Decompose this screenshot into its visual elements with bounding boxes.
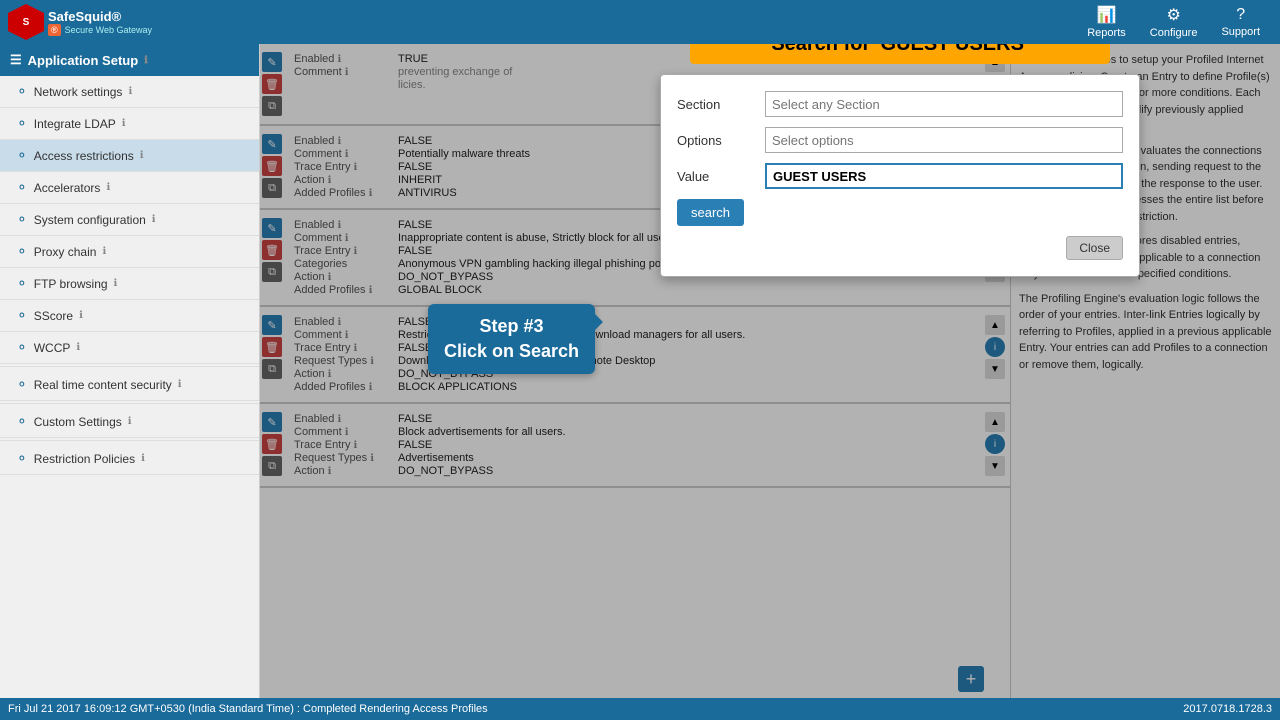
info-icon: ℹ xyxy=(79,310,83,321)
app-setup-icon: ☰ xyxy=(10,52,22,68)
value-label: Value xyxy=(677,169,757,184)
configure-button[interactable]: ⚙ Configure xyxy=(1138,1,1210,43)
info-icon: ℹ xyxy=(76,342,80,353)
bullet-icon: ⚬ xyxy=(16,376,28,393)
support-icon: ? xyxy=(1236,6,1245,24)
callout-step: Step #3 xyxy=(444,314,579,339)
bullet-icon: ⚬ xyxy=(16,115,28,132)
sidebar-label: Restriction Policies xyxy=(34,452,135,466)
sidebar-app-setup: ☰ Application Setup ℹ xyxy=(0,44,259,76)
modal-title: Search for 'GUEST USERS' xyxy=(690,44,1110,64)
bullet-icon: ⚬ xyxy=(16,307,28,324)
sidebar-divider xyxy=(0,403,259,404)
reports-button[interactable]: 📊 Reports xyxy=(1075,1,1138,43)
bullet-icon: ⚬ xyxy=(16,450,28,467)
modal-row-section: Section xyxy=(677,91,1123,117)
modal-actions: search xyxy=(677,199,1123,226)
modal-row-options: Options xyxy=(677,127,1123,153)
sidebar-label: Access restrictions xyxy=(34,149,134,163)
sidebar-label: WCCP xyxy=(34,341,71,355)
logo-shield-icon: S xyxy=(8,4,44,40)
sidebar-divider xyxy=(0,440,259,441)
search-button[interactable]: search xyxy=(677,199,744,226)
app-setup-label: Application Setup xyxy=(28,53,139,68)
sidebar-item-proxy-chain[interactable]: ⚬ Proxy chain ℹ xyxy=(0,236,259,268)
sidebar-item-realtime[interactable]: ⚬ Real time content security ℹ xyxy=(0,369,259,401)
bullet-icon: ⚬ xyxy=(16,243,28,260)
value-input[interactable] xyxy=(765,163,1123,189)
section-input[interactable] xyxy=(765,91,1123,117)
bullet-icon: ⚬ xyxy=(16,211,28,228)
sidebar-item-wccp[interactable]: ⚬ WCCP ℹ xyxy=(0,332,259,364)
sidebar-item-accelerators[interactable]: ⚬ Accelerators ℹ xyxy=(0,172,259,204)
bullet-icon: ⚬ xyxy=(16,83,28,100)
content-area: ✎ 🗑 ⧉ Enabled ℹ TRUE Comment ℹ preventin… xyxy=(260,44,1280,698)
bullet-icon: ⚬ xyxy=(16,339,28,356)
sidebar-item-access-restrictions[interactable]: ⚬ Access restrictions ℹ xyxy=(0,140,259,172)
support-button[interactable]: ? Support xyxy=(1209,1,1272,43)
app-setup-info-icon: ℹ xyxy=(144,55,148,66)
sidebar-item-system-configuration[interactable]: ⚬ System configuration ℹ xyxy=(0,204,259,236)
header: S SafeSquid® ® Secure Web Gateway 📊 Repo… xyxy=(0,0,1280,44)
sidebar-item-restriction-policies[interactable]: ⚬ Restriction Policies ℹ xyxy=(0,443,259,475)
info-icon: ℹ xyxy=(178,379,182,390)
version-number: 2017.0718.1728.3 xyxy=(1183,703,1272,715)
sidebar-item-integrate-ldap[interactable]: ⚬ Integrate LDAP ℹ xyxy=(0,108,259,140)
section-label: Section xyxy=(677,97,757,112)
sidebar-label: Accelerators xyxy=(34,181,101,195)
sidebar-label: Custom Settings xyxy=(34,415,122,429)
info-icon: ℹ xyxy=(128,416,132,427)
sidebar-label: Network settings xyxy=(34,85,123,99)
sidebar-label: System configuration xyxy=(34,213,146,227)
info-icon: ℹ xyxy=(106,182,110,193)
reports-label: Reports xyxy=(1087,27,1126,39)
sidebar-label: Integrate LDAP xyxy=(34,117,116,131)
status-message: Fri Jul 21 2017 16:09:12 GMT+0530 (India… xyxy=(8,703,488,715)
logo-area: S SafeSquid® ® Secure Web Gateway xyxy=(8,4,152,40)
configure-label: Configure xyxy=(1150,27,1198,39)
sidebar-item-ftp-browsing[interactable]: ⚬ FTP browsing ℹ xyxy=(0,268,259,300)
modal-footer: Close xyxy=(677,236,1123,260)
info-icon: ℹ xyxy=(128,86,132,97)
logo-badge: ® xyxy=(48,24,61,36)
options-label: Options xyxy=(677,133,757,148)
bullet-icon: ⚬ xyxy=(16,413,28,430)
sidebar-label: SScore xyxy=(34,309,73,323)
support-label: Support xyxy=(1221,26,1260,38)
modal-form: Section Options Value search xyxy=(677,91,1123,260)
modal-overlay: Step #3 Click on Search Search for 'GUES… xyxy=(260,44,1280,698)
info-icon: ℹ xyxy=(122,118,126,129)
logo-name: SafeSquid® xyxy=(48,9,121,24)
modal-row-value: Value xyxy=(677,163,1123,189)
sidebar-item-network-settings[interactable]: ⚬ Network settings ℹ xyxy=(0,76,259,108)
sidebar-item-sscore[interactable]: ⚬ SScore ℹ xyxy=(0,300,259,332)
bullet-icon: ⚬ xyxy=(16,179,28,196)
header-nav: 📊 Reports ⚙ Configure ? Support xyxy=(1075,1,1272,43)
sidebar-item-custom-settings[interactable]: ⚬ Custom Settings ℹ xyxy=(0,406,259,438)
close-button[interactable]: Close xyxy=(1066,236,1123,260)
logo-text-group: SafeSquid® ® Secure Web Gateway xyxy=(48,9,152,36)
info-icon: ℹ xyxy=(114,278,118,289)
bullet-icon: ⚬ xyxy=(16,147,28,164)
sidebar-label: Real time content security xyxy=(34,378,172,392)
configure-icon: ⚙ xyxy=(1166,5,1180,25)
info-icon: ℹ xyxy=(140,150,144,161)
sidebar-label: Proxy chain xyxy=(34,245,97,259)
search-modal-dialog: Search for 'GUEST USERS' Section Options… xyxy=(660,74,1140,277)
info-icon: ℹ xyxy=(141,453,145,464)
options-input[interactable] xyxy=(765,127,1123,153)
sidebar-label: FTP browsing xyxy=(34,277,108,291)
callout-action: Click on Search xyxy=(444,339,579,364)
callout-box: Step #3 Click on Search xyxy=(428,304,595,374)
main-layout: ☰ Application Setup ℹ ⚬ Network settings… xyxy=(0,44,1280,698)
logo-sub: Secure Web Gateway xyxy=(65,25,152,35)
sidebar-divider xyxy=(0,366,259,367)
info-icon: ℹ xyxy=(102,246,106,257)
bullet-icon: ⚬ xyxy=(16,275,28,292)
info-icon: ℹ xyxy=(152,214,156,225)
reports-icon: 📊 xyxy=(1097,5,1117,25)
sidebar: ☰ Application Setup ℹ ⚬ Network settings… xyxy=(0,44,260,698)
status-bar: Fri Jul 21 2017 16:09:12 GMT+0530 (India… xyxy=(0,698,1280,720)
